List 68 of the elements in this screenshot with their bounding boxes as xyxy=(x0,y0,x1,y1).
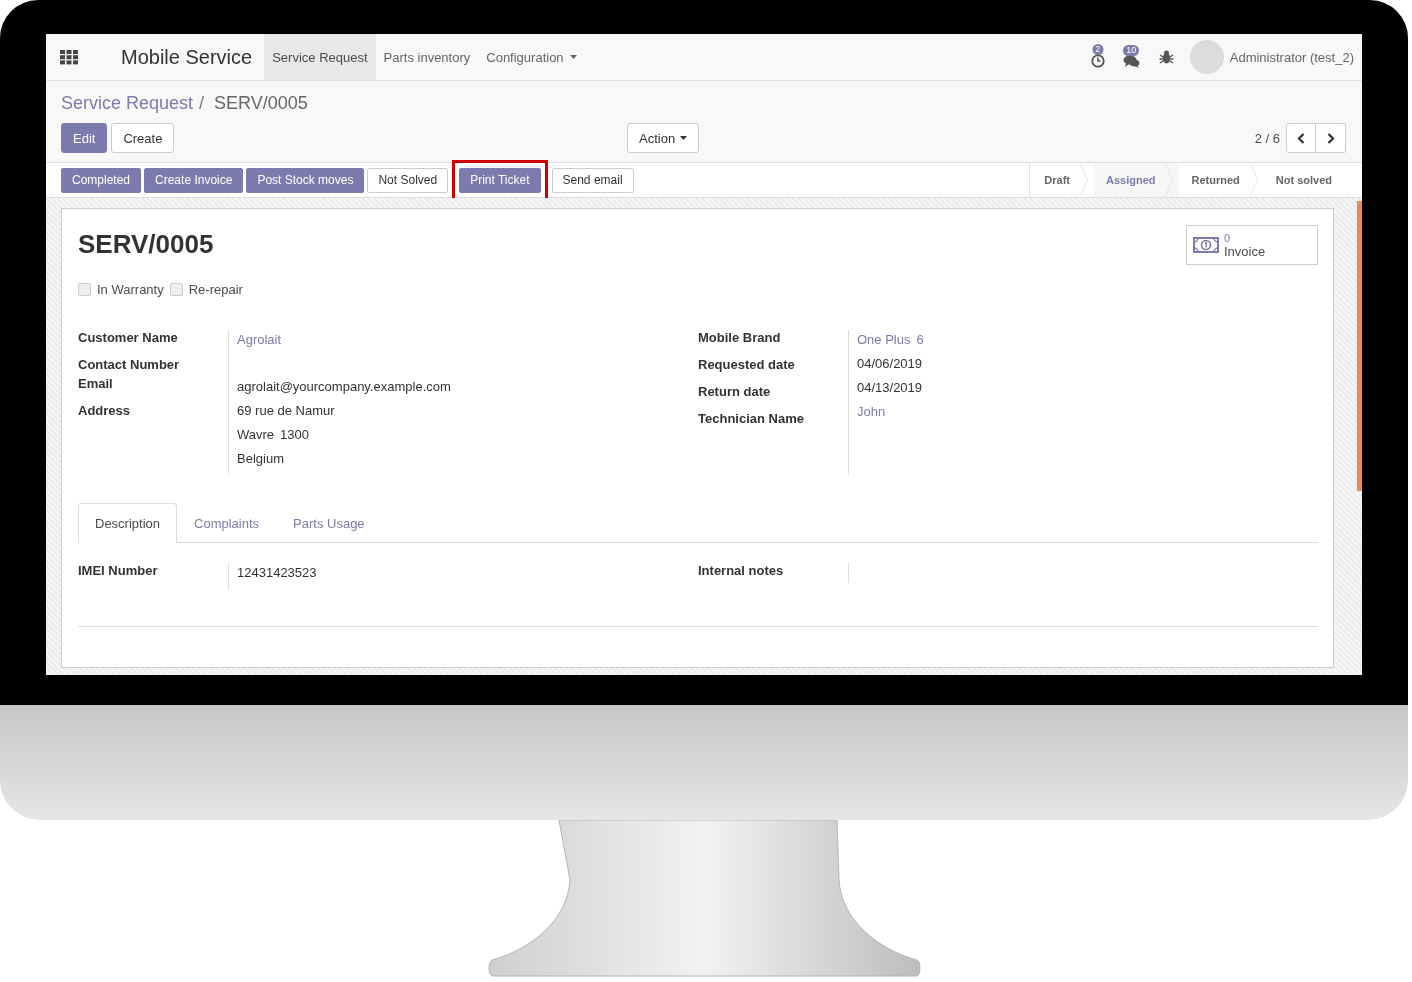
header-button[interactable]: Print Ticket xyxy=(459,167,541,193)
header-button[interactable]: Post Stock moves xyxy=(246,167,365,193)
field-value: 04/06/2019 xyxy=(857,356,923,373)
notebook-tab[interactable]: Parts Usage xyxy=(276,503,382,542)
notebook-tab[interactable]: Description xyxy=(78,503,178,543)
pager-value: 2 / 6 xyxy=(1254,130,1280,146)
app-title: Mobile Service xyxy=(121,45,253,69)
menu-item[interactable]: Configuration xyxy=(478,34,585,80)
field-label: Internal notes xyxy=(698,563,785,580)
field-link[interactable]: Agrolait xyxy=(237,332,282,356)
user-menu[interactable]: Administrator (test_2) xyxy=(1229,49,1354,65)
field-label: Customer Name xyxy=(78,330,179,347)
field-label: Requested date xyxy=(698,357,796,374)
messages-button[interactable]: 10 xyxy=(1122,46,1140,68)
menu-item[interactable]: Parts inventory xyxy=(375,34,479,80)
caret-icon xyxy=(680,136,688,140)
checkbox-label: In Warranty xyxy=(97,282,164,297)
checkbox[interactable] xyxy=(78,283,91,296)
banknote-icon xyxy=(1193,237,1219,253)
activity-button[interactable]: 2 xyxy=(1090,46,1105,68)
status-stage[interactable]: Draft xyxy=(1030,163,1094,197)
record-title: SERV/0005 xyxy=(78,229,215,260)
field-link[interactable]: One Plus xyxy=(857,332,911,356)
edit-button[interactable]: Edit xyxy=(61,123,108,153)
status-stage[interactable]: Returned xyxy=(1179,163,1264,197)
chevron-left-icon xyxy=(1297,132,1305,144)
header-button[interactable]: Completed xyxy=(61,167,142,193)
bug-icon[interactable] xyxy=(1158,50,1174,64)
field-link[interactable]: John xyxy=(857,404,886,428)
header-button[interactable]: Create Invoice xyxy=(144,167,244,193)
breadcrumb-separator: / xyxy=(199,93,205,115)
notebook-tab[interactable]: Complaints xyxy=(177,503,277,542)
field-value: 1300 xyxy=(280,427,309,444)
message-count: 10 xyxy=(1123,44,1140,56)
field-value: Wavre xyxy=(237,427,275,444)
field-link[interactable]: 6 xyxy=(916,332,924,356)
create-button[interactable]: Create xyxy=(111,123,175,153)
field-label: Return date xyxy=(698,384,772,401)
status-stage[interactable]: Assigned xyxy=(1093,163,1180,197)
invoice-smart-button[interactable]: 0 Invoice xyxy=(1186,225,1318,265)
field-value: 12431423523 xyxy=(237,565,317,582)
field-value: Belgium xyxy=(237,451,284,468)
header-button[interactable]: Send email xyxy=(551,167,634,193)
menu-item[interactable]: Service Request xyxy=(264,34,376,80)
field-value: 04/13/2019 xyxy=(857,380,923,397)
status-stage[interactable]: Not solved xyxy=(1263,163,1356,197)
scrollbar-thumb[interactable] xyxy=(1357,201,1362,491)
field-label: Email xyxy=(78,376,114,393)
next-button[interactable] xyxy=(1316,123,1346,153)
field-value: agrolait@yourcompany.example.com xyxy=(237,379,451,396)
apps-grid-icon[interactable] xyxy=(60,49,78,65)
breadcrumb-link[interactable]: Service Request xyxy=(61,93,194,123)
chat-bubbles-icon xyxy=(1122,54,1140,68)
checkbox[interactable] xyxy=(169,283,183,296)
field-label: Technician Name xyxy=(698,411,805,428)
action-dropdown[interactable]: Action xyxy=(627,123,700,153)
breadcrumb-current: SERV/0005 xyxy=(214,93,308,115)
field-label: Mobile Brand xyxy=(698,330,782,347)
header-button[interactable]: Not Solved xyxy=(367,167,449,193)
field-label: IMEI Number xyxy=(78,563,159,580)
clock-icon xyxy=(1090,54,1105,68)
chevron-right-icon xyxy=(1326,132,1335,144)
field-value: 69 rue de Namur xyxy=(237,403,335,420)
previous-button[interactable] xyxy=(1286,123,1316,153)
activity-count: 2 xyxy=(1092,44,1104,55)
checkbox-label: Re-repair xyxy=(188,282,243,297)
field-label: Address xyxy=(78,403,132,420)
field-label: Contact Number xyxy=(78,357,181,374)
